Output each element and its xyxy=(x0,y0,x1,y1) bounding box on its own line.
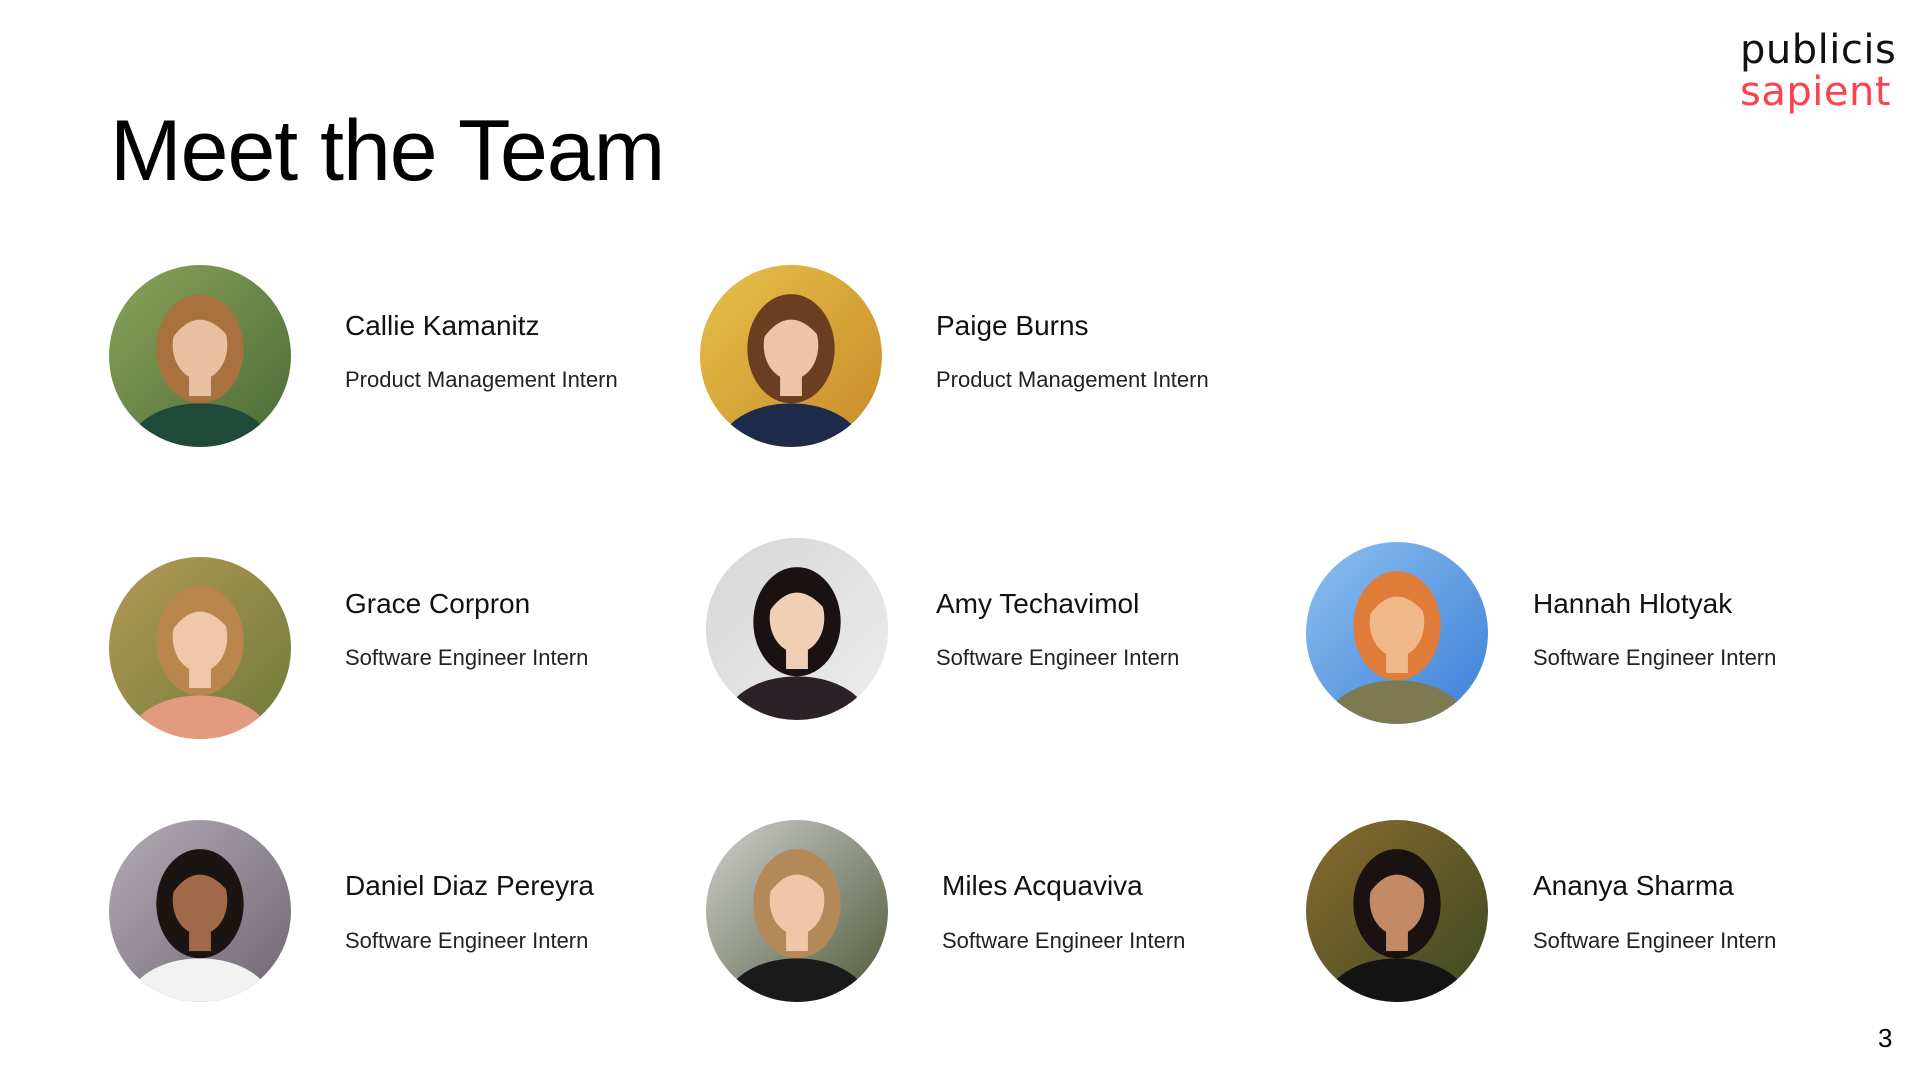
portrait-photo xyxy=(109,265,291,447)
member-role: Product Management Intern xyxy=(936,367,1209,392)
member-role: Software Engineer Intern xyxy=(345,928,589,953)
page-title: Meet the Team xyxy=(110,103,665,199)
portrait-photo xyxy=(700,265,882,447)
member-role: Software Engineer Intern xyxy=(936,645,1180,670)
logo-line-publicis: publicis xyxy=(1740,27,1897,73)
publicis-sapient-logo: publicis sapient xyxy=(1740,30,1900,112)
member-name: Amy Techavimol xyxy=(936,588,1140,619)
avatar xyxy=(109,265,291,447)
member-name: Ananya Sharma xyxy=(1533,870,1734,901)
member-role: Software Engineer Intern xyxy=(1533,645,1777,670)
avatar xyxy=(706,538,888,720)
portrait-photo xyxy=(706,538,888,720)
portrait-photo xyxy=(109,820,291,1002)
avatar xyxy=(109,557,291,739)
member-role: Software Engineer Intern xyxy=(942,928,1186,953)
portrait-photo xyxy=(706,820,888,1002)
portrait-photo xyxy=(109,557,291,739)
member-name: Callie Kamanitz xyxy=(345,310,540,341)
avatar xyxy=(1306,820,1488,1002)
member-name: Hannah Hlotyak xyxy=(1533,588,1733,619)
member-name: Miles Acquaviva xyxy=(942,870,1143,901)
page-number: 3 xyxy=(1878,1023,1893,1053)
avatar xyxy=(1306,542,1488,724)
avatar xyxy=(109,820,291,1002)
portrait-photo xyxy=(1306,820,1488,1002)
member-role: Software Engineer Intern xyxy=(1533,928,1777,953)
member-role: Product Management Intern xyxy=(345,367,618,392)
member-name: Grace Corpron xyxy=(345,588,531,619)
portrait-photo xyxy=(1306,542,1488,724)
member-name: Daniel Diaz Pereyra xyxy=(345,870,594,901)
avatar xyxy=(700,265,882,447)
member-role: Software Engineer Intern xyxy=(345,645,589,670)
logo-line-sapient: sapient xyxy=(1740,69,1891,115)
avatar xyxy=(706,820,888,1002)
member-name: Paige Burns xyxy=(936,310,1089,341)
